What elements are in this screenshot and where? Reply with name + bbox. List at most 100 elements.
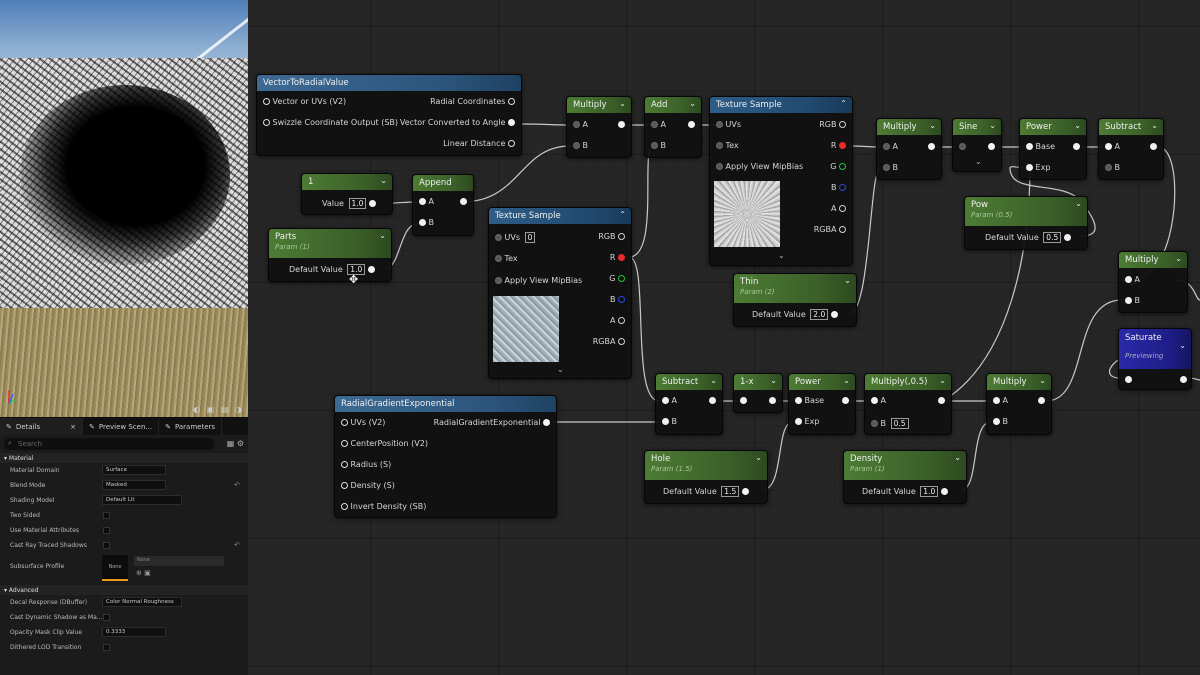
input-pin-icon[interactable] xyxy=(341,440,348,447)
input-pin-icon[interactable] xyxy=(419,219,426,226)
collapse-chevron-icon[interactable]: ⌃ xyxy=(619,210,626,219)
input-pin-icon[interactable] xyxy=(263,119,270,126)
collapse-chevron-icon[interactable]: ⌄ xyxy=(710,376,717,385)
pin-radius[interactable]: Radius (S) xyxy=(341,460,391,469)
node-header[interactable]: Texture Sample ⌃ xyxy=(489,208,631,224)
output-pin-icon[interactable] xyxy=(709,397,716,404)
pin-vector-converted[interactable]: Vector Converted to Angle xyxy=(400,118,515,127)
pin-apply-view-mipbias[interactable]: Apply View MipBias xyxy=(716,162,803,171)
node-power[interactable]: Power ⌄ Base Exp xyxy=(1019,118,1087,180)
expand-chevron-icon[interactable]: ⌄ xyxy=(557,365,564,374)
pin-default-value[interactable]: Default Value 1.0 xyxy=(862,486,948,497)
output-pin-icon[interactable] xyxy=(508,119,515,126)
collapse-chevron-icon[interactable]: ⌄ xyxy=(929,121,936,130)
tab-details[interactable]: ✎ Details × xyxy=(0,418,84,435)
details-settings-icons[interactable]: ▦ ⚙ xyxy=(227,439,244,448)
pin-density[interactable]: Density (S) xyxy=(341,481,395,490)
output-pin-icon[interactable] xyxy=(769,397,776,404)
collapse-chevron-icon[interactable]: ⌄ xyxy=(1175,254,1182,263)
pin-output[interactable] xyxy=(1150,142,1157,151)
collapse-chevron-icon[interactable]: ⌄ xyxy=(1075,199,1082,208)
collapse-chevron-icon[interactable]: ⌄ xyxy=(380,176,387,185)
subsurface-profile-dropdown[interactable]: None xyxy=(134,556,224,566)
pin-output[interactable] xyxy=(842,396,849,405)
pin-a[interactable]: A xyxy=(871,396,886,405)
node-header[interactable]: 1-x ⌄ xyxy=(734,374,782,390)
output-pin-icon[interactable] xyxy=(938,397,945,404)
input-pin-icon[interactable] xyxy=(716,121,723,128)
pin-center-position[interactable]: CenterPosition (V2) xyxy=(341,439,428,448)
pin-output[interactable] xyxy=(988,142,995,151)
pin-output[interactable] xyxy=(460,197,467,206)
decal-response-dropdown[interactable]: Color Normal Roughness xyxy=(102,597,182,607)
pin-input[interactable] xyxy=(740,396,747,405)
input-pin-icon[interactable] xyxy=(1105,164,1112,171)
pin-b[interactable]: B xyxy=(1105,163,1120,172)
pin-rgba[interactable]: RGBA xyxy=(814,225,846,234)
node-header[interactable]: Add ⌄ xyxy=(645,97,701,113)
output-pin-icon[interactable] xyxy=(618,233,625,240)
section-material[interactable]: ▾ Material xyxy=(0,453,248,463)
node-header[interactable]: RadialGradientExponential xyxy=(335,396,556,412)
pin-r[interactable]: R xyxy=(610,253,625,262)
blend-mode-dropdown[interactable]: Masked xyxy=(102,480,166,490)
reset-arrow-icon[interactable]: ↶ xyxy=(234,481,240,489)
node-radial-gradient-exponential[interactable]: RadialGradientExponential UVs (V2) Cente… xyxy=(334,395,557,518)
node-header[interactable]: Sine ⌄ xyxy=(953,119,1001,135)
collapse-chevron-icon[interactable]: ⌄ xyxy=(755,453,762,462)
pin-output[interactable] xyxy=(938,396,945,405)
output-pin-icon[interactable] xyxy=(1063,234,1071,241)
collapse-chevron-icon[interactable]: ⌄ xyxy=(379,231,386,240)
output-pin-icon[interactable] xyxy=(618,254,625,261)
tab-parameters[interactable]: ✎ Parameters xyxy=(159,418,223,435)
expand-chevron-icon[interactable]: ⌄ xyxy=(975,157,982,166)
value-field[interactable]: 1.0 xyxy=(920,486,939,497)
node-texture-sample-2[interactable]: Texture Sample ⌃ UVs 0 Tex Apply View Mip… xyxy=(488,207,632,379)
node-multiply-3[interactable]: Multiply ⌄ A B xyxy=(1118,251,1188,313)
input-pin-icon[interactable] xyxy=(651,142,658,149)
output-pin-icon[interactable] xyxy=(618,317,625,324)
pin-invert-density[interactable]: Invert Density (SB) xyxy=(341,502,426,511)
pin-a[interactable]: A xyxy=(1105,142,1120,151)
node-density-param[interactable]: Density Param (1) ⌄ Default Value 1.0 xyxy=(843,450,967,504)
input-pin-icon[interactable] xyxy=(495,255,502,262)
pin-b-channel[interactable]: B xyxy=(831,183,846,192)
pin-b[interactable]: B xyxy=(883,163,898,172)
output-pin-icon[interactable] xyxy=(369,200,376,207)
pin-b[interactable]: B xyxy=(662,417,677,426)
pin-default-value[interactable]: Default Value 2.0 xyxy=(752,309,838,320)
pin-a[interactable]: A xyxy=(573,120,588,129)
pin-tex[interactable]: Tex xyxy=(716,141,739,150)
collapse-chevron-icon[interactable]: ⌄ xyxy=(843,376,850,385)
collapse-chevron-icon[interactable]: ⌄ xyxy=(1179,341,1186,350)
node-one-minus[interactable]: 1-x ⌄ xyxy=(733,373,783,413)
node-header[interactable]: Thin Param (2) ⌄ xyxy=(734,274,856,303)
node-sine[interactable]: Sine ⌄ ⌄ xyxy=(952,118,1002,172)
output-pin-icon[interactable] xyxy=(688,121,695,128)
node-multiply[interactable]: Multiply ⌄ A B xyxy=(566,96,632,158)
output-pin-icon[interactable] xyxy=(1180,376,1187,383)
input-pin-icon[interactable] xyxy=(871,397,878,404)
pin-input[interactable] xyxy=(959,142,966,151)
node-append[interactable]: Append A B xyxy=(412,174,474,236)
input-pin-icon[interactable] xyxy=(662,397,669,404)
output-pin-icon[interactable] xyxy=(940,488,948,495)
texture-thumbnail[interactable] xyxy=(714,181,780,247)
node-texture-sample[interactable]: Texture Sample ⌃ UVs Tex Apply View MipBi… xyxy=(709,96,853,266)
collapse-chevron-icon[interactable]: ⌄ xyxy=(954,453,961,462)
output-pin-icon[interactable] xyxy=(508,98,515,105)
value-field[interactable]: 0.5 xyxy=(1043,232,1062,243)
pin-exp[interactable]: Exp xyxy=(1026,163,1050,172)
node-multiply-2[interactable]: Multiply ⌄ A B xyxy=(876,118,942,180)
pin-uvs[interactable]: UVs xyxy=(716,120,741,129)
collapse-chevron-icon[interactable]: ⌄ xyxy=(619,99,626,108)
expand-chevron-icon[interactable]: ⌄ xyxy=(778,251,785,260)
output-pin-icon[interactable] xyxy=(618,275,625,282)
node-header[interactable]: Multiply ⌄ xyxy=(987,374,1051,390)
node-header[interactable]: Saturate Previewing ⌄ xyxy=(1119,329,1191,369)
input-pin-icon[interactable] xyxy=(662,418,669,425)
input-pin-icon[interactable] xyxy=(871,420,878,427)
input-pin-icon[interactable] xyxy=(795,397,802,404)
pin-b[interactable]: B xyxy=(993,417,1008,426)
node-vector-to-radial-value[interactable]: VectorToRadialValue Vector or UVs (V2) S… xyxy=(256,74,522,156)
